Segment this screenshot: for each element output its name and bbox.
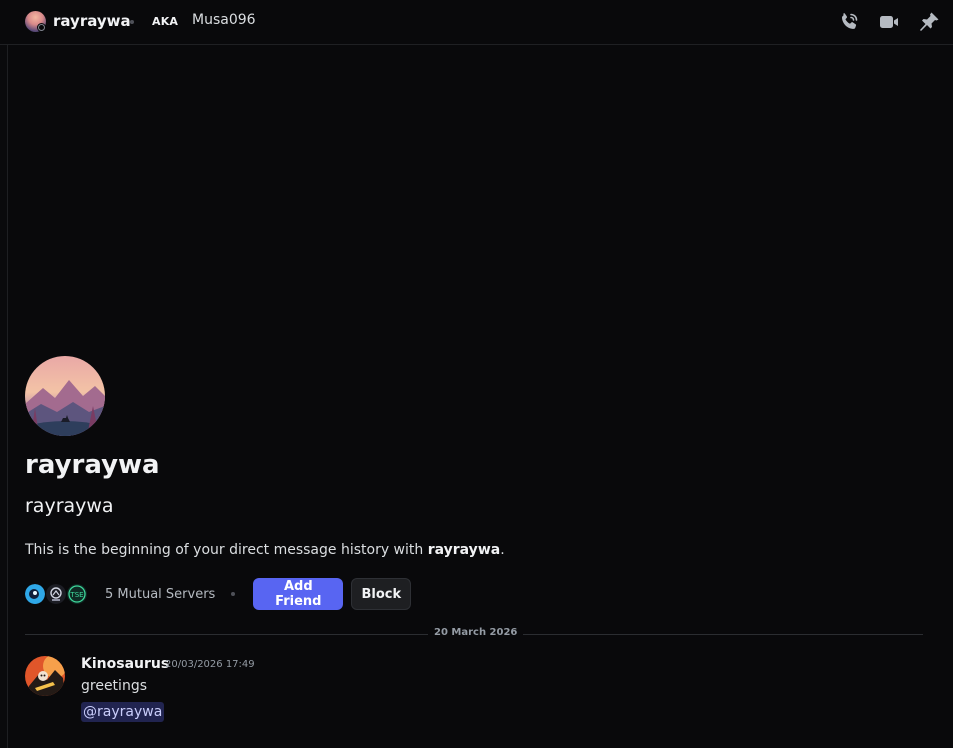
aka-label: AKA (152, 15, 179, 28)
mutual-servers-link[interactable]: 5 Mutual Servers (105, 587, 215, 602)
profile-display-name: rayraywa (25, 450, 160, 480)
header-username[interactable]: rayraywa (53, 12, 131, 30)
profile-avatar[interactable] (25, 356, 105, 436)
dm-intro-text: This is the beginning of your direct mes… (25, 542, 505, 558)
offline-status-icon (37, 23, 46, 32)
left-edge-divider (0, 45, 8, 748)
aka-name: Musa096 (192, 12, 256, 28)
add-friend-button[interactable]: Add Friend (253, 578, 344, 610)
voice-call-icon[interactable] (837, 10, 861, 34)
intro-suffix: . (500, 542, 505, 558)
mutual-separator (231, 592, 236, 596)
dm-header: rayraywa AKA Musa096 (0, 0, 953, 45)
message-author-avatar[interactable] (25, 656, 65, 696)
pin-icon[interactable] (917, 10, 941, 34)
intro-username: rayraywa (427, 542, 501, 558)
mutual-servers-row: TSE 5 Mutual Servers Add Friend Block (25, 578, 412, 610)
intro-prefix: This is the beginning of your direct mes… (25, 542, 428, 558)
dm-view: rayraywa AKA Musa096 rayraywa rayraywa T… (0, 0, 953, 748)
user-mention[interactable]: @rayraywa (81, 702, 165, 722)
message-timestamp: 20/03/2026 17:49 (165, 659, 255, 670)
message-text: greetings (81, 678, 147, 694)
mutual-server-icon[interactable] (25, 584, 45, 604)
block-button[interactable]: Block (351, 578, 412, 610)
mutual-server-icon[interactable] (46, 584, 66, 604)
header-separator (130, 20, 134, 24)
profile-username: rayraywa (25, 495, 114, 517)
mutual-server-icon[interactable]: TSE (67, 584, 87, 604)
date-divider-label: 20 March 2026 (428, 627, 524, 638)
video-call-icon[interactable] (877, 10, 901, 34)
svg-text:TSE: TSE (69, 591, 83, 599)
message-author[interactable]: Kinosaurus (81, 656, 169, 672)
